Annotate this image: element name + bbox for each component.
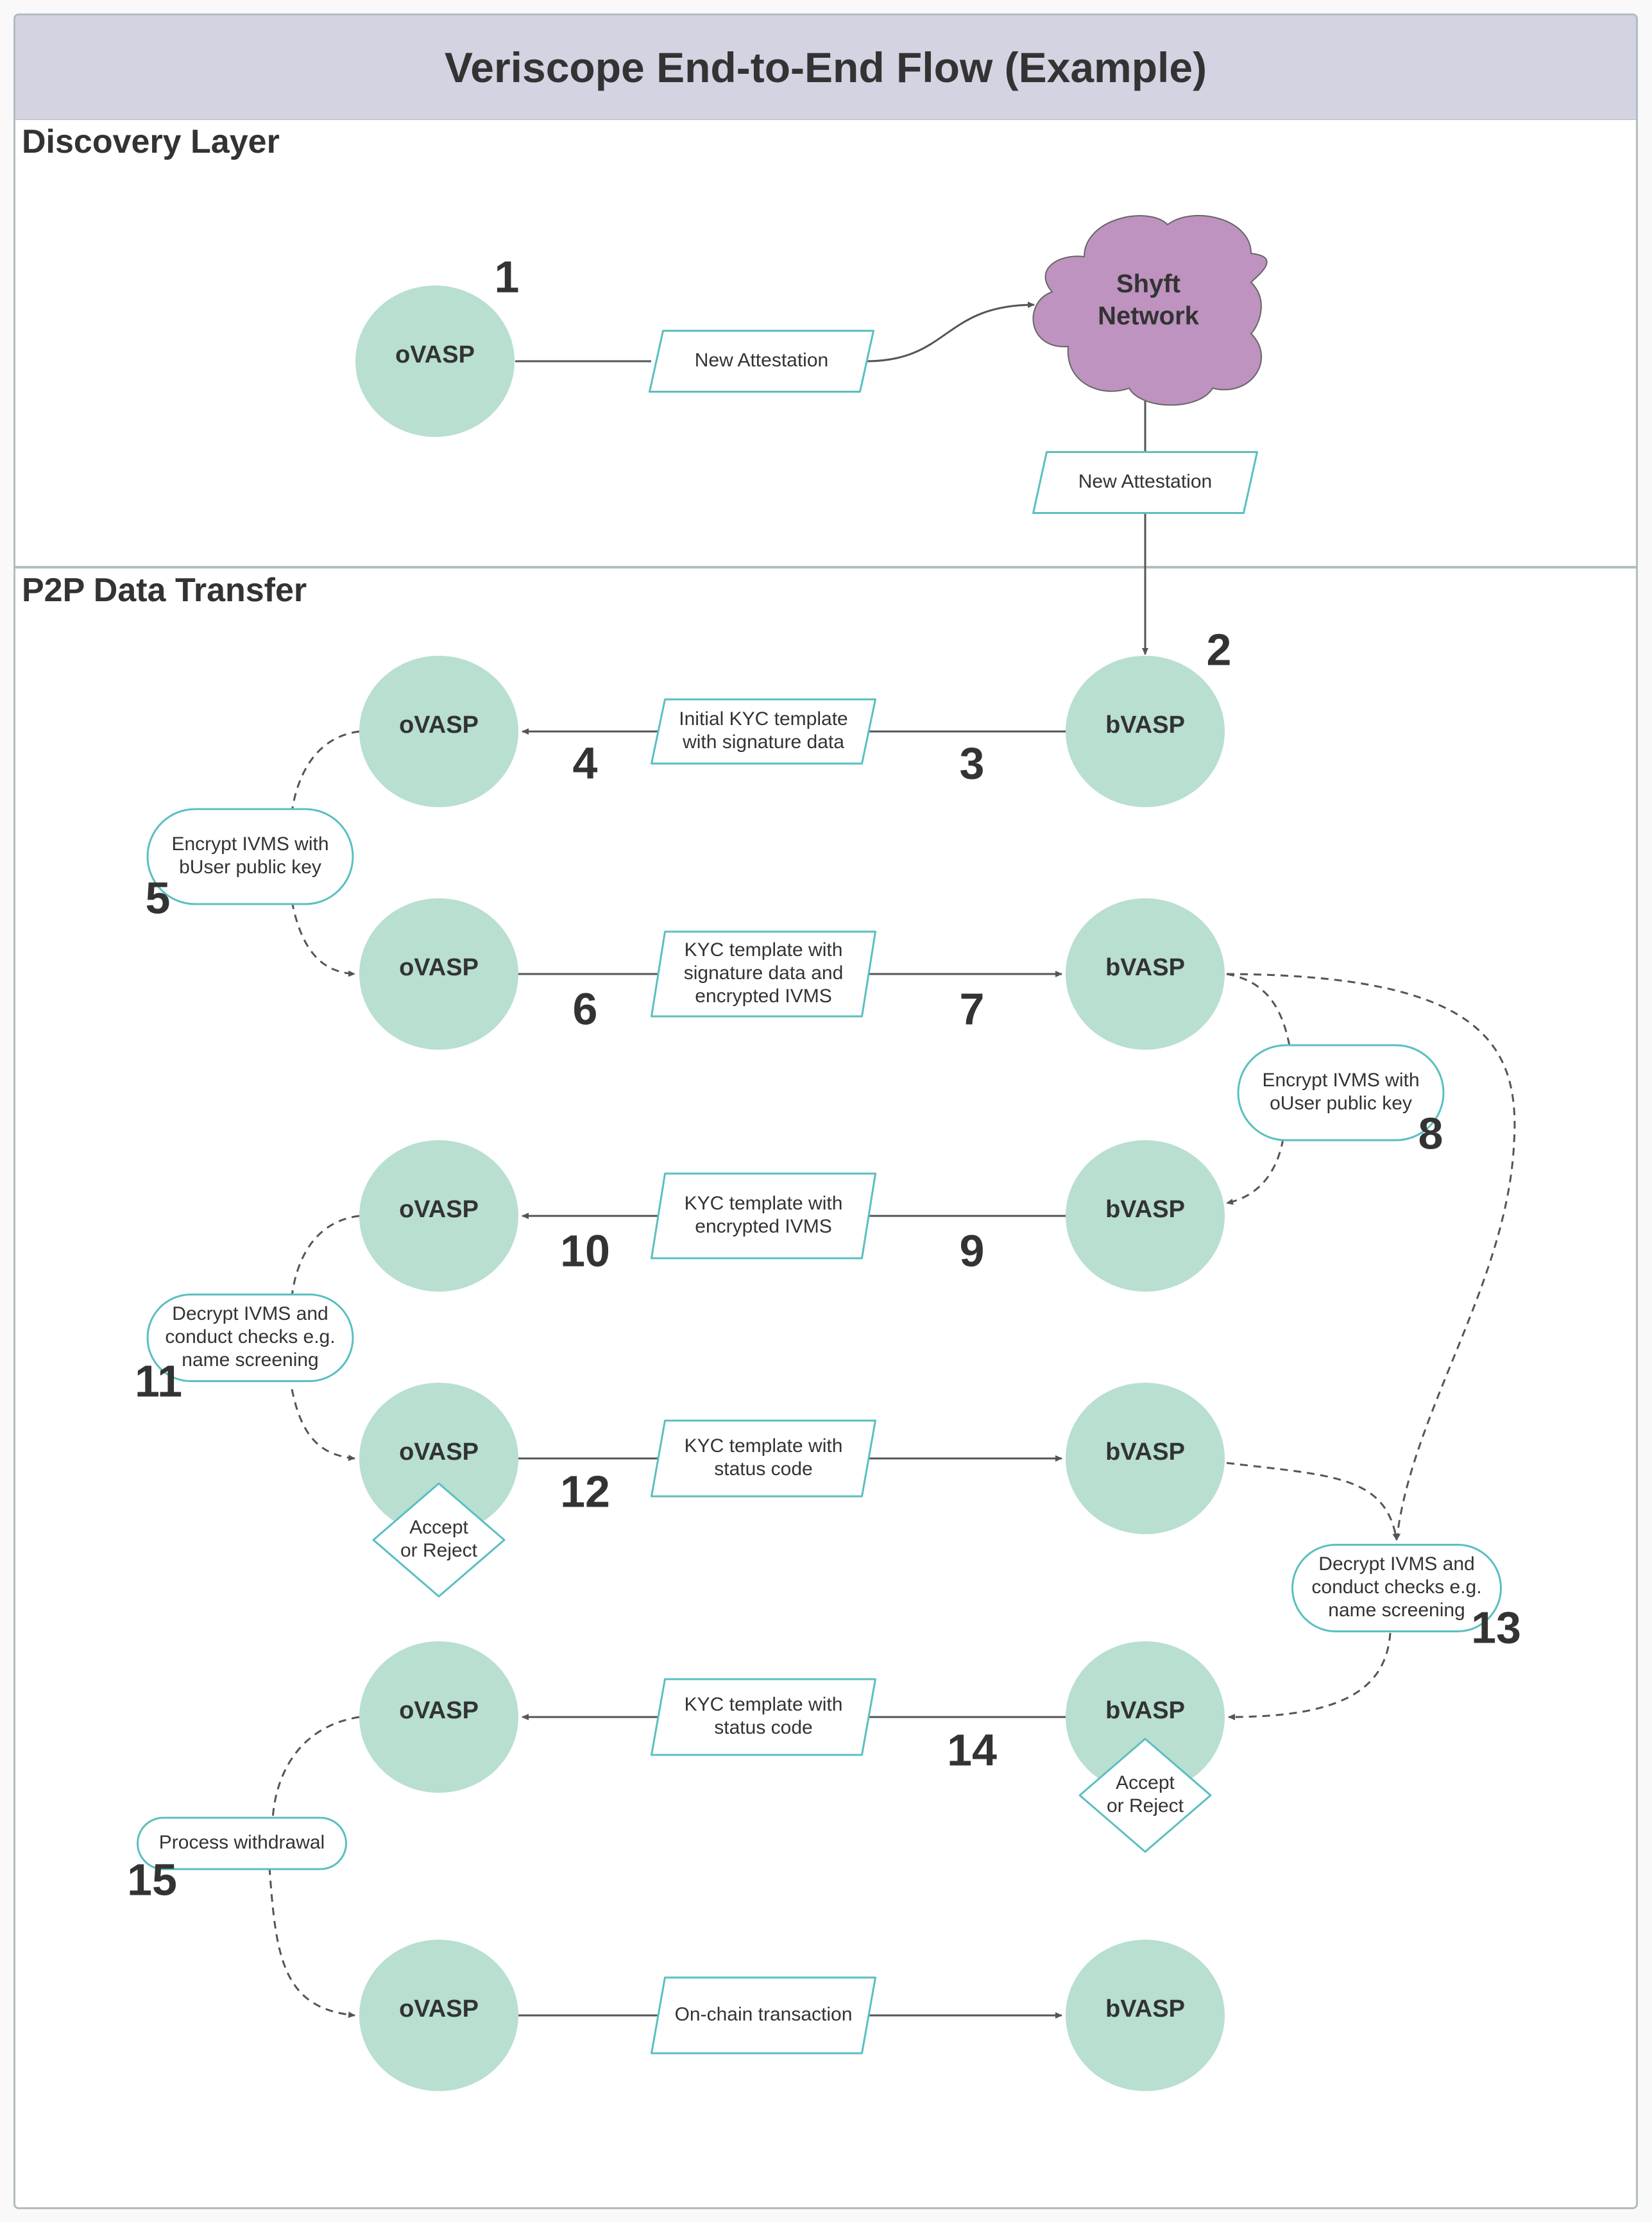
bvasp-node-row1-label: bVASP <box>1105 712 1185 739</box>
dashed-edge-from-p8 <box>1226 1138 1284 1205</box>
step-number-10: 10 <box>560 1226 610 1276</box>
step-number-7: 7 <box>960 984 985 1034</box>
step-number-5: 5 <box>146 873 171 923</box>
dashed-edge-to-p13 <box>1226 1462 1399 1541</box>
ovasp-node-row4-label: oVASP <box>399 1439 479 1466</box>
dashed-edge-from-p15 <box>268 1867 355 2019</box>
bvasp-node-row6-label: bVASP <box>1105 1996 1185 2022</box>
dashed-edge-from-p5 <box>291 901 355 977</box>
flow-diagram: oVASPShyft NetworkNew AttestationNew Atte… <box>127 215 1521 2091</box>
ovasp-node-row5-label: oVASP <box>399 1697 479 1724</box>
step-number-15: 15 <box>127 1854 177 1904</box>
process-withdrawal-text: Process withdrawal <box>159 1832 325 1853</box>
step-number-2: 2 <box>1207 624 1232 674</box>
bvasp-node-row3-label: bVASP <box>1105 1196 1185 1223</box>
step-number-3: 3 <box>960 738 985 788</box>
ovasp-node-row3-label: oVASP <box>399 1196 479 1223</box>
bvasp-node-row4-label: bVASP <box>1105 1439 1185 1466</box>
step-number-6: 6 <box>573 984 598 1034</box>
ovasp-node-row6-label: oVASP <box>399 1996 479 2022</box>
ovasp-node-row1-label: oVASP <box>399 712 479 739</box>
dashed-edge-from-p13 <box>1228 1632 1392 1720</box>
step-number-9: 9 <box>960 1226 985 1276</box>
step-number-12: 12 <box>560 1466 610 1516</box>
step-number-4: 4 <box>573 738 598 788</box>
step-number-1: 1 <box>495 252 520 302</box>
message-box-row6-text: On-chain transaction <box>675 2004 853 2025</box>
bvasp-node-row5-label: bVASP <box>1105 1697 1185 1724</box>
new-attestation-box-1-text: New Attestation <box>695 350 828 371</box>
ovasp-node-row2-label: oVASP <box>399 954 479 981</box>
edge-attestation-to-shyft <box>865 302 1035 363</box>
new-attestation-box-2-text: New Attestation <box>1078 471 1212 492</box>
dashed-edge-from-p11 <box>291 1389 355 1462</box>
dashed-edge-to-p8 <box>1226 973 1291 1047</box>
step-number-8: 8 <box>1418 1108 1443 1158</box>
process-decrypt-checks-o-text: Decrypt IVMS and conduct checks e.g. name … <box>165 1303 335 1371</box>
bvasp-node-row2-label: bVASP <box>1105 954 1185 981</box>
process-decrypt-checks-b-text: Decrypt IVMS and conduct checks e.g. name … <box>1311 1553 1481 1621</box>
message-box-row2-text: KYC template with signature data and encry… <box>684 939 844 1007</box>
step-number-14: 14 <box>947 1725 997 1775</box>
step-number-13: 13 <box>1471 1602 1521 1652</box>
dashed-edge-to-p15 <box>271 1716 360 1820</box>
discovery-ovasp-node-label: oVASP <box>395 341 475 368</box>
dashed-edge-to-p11 <box>291 1215 360 1297</box>
dashed-edge-to-p5 <box>291 730 360 812</box>
step-number-11: 11 <box>135 1356 182 1406</box>
